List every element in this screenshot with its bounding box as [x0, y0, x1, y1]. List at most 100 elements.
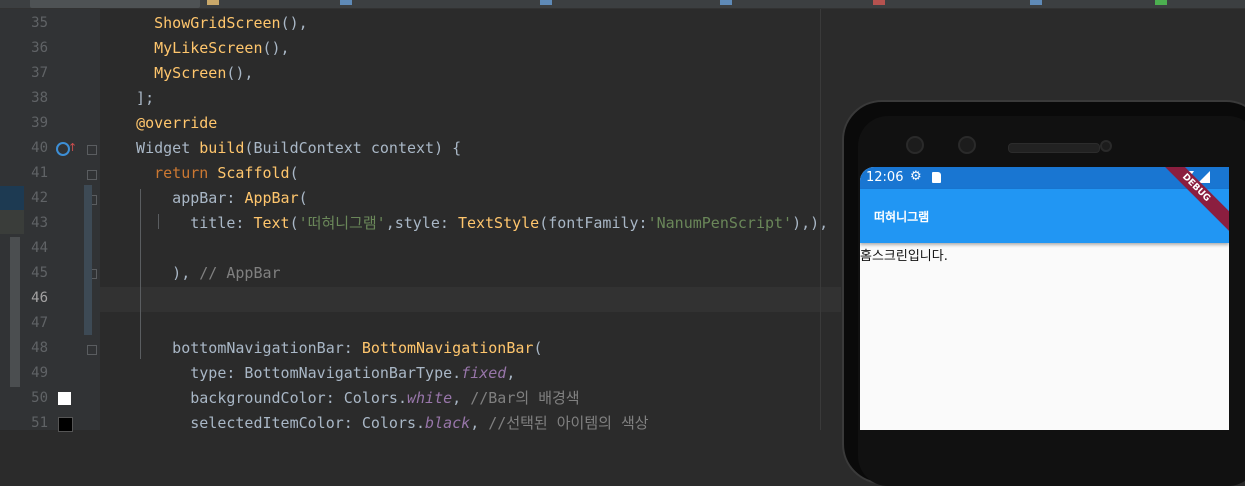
tab-1[interactable] — [30, 0, 200, 8]
code-token: Text — [253, 214, 290, 232]
code-line[interactable]: title: Text('떠혀니그램',style: TextStyle(fon… — [118, 211, 828, 236]
code-token: ),), — [792, 214, 829, 232]
line-number: 50 — [31, 390, 48, 406]
code-line[interactable]: appBar: AppBar( — [118, 186, 307, 211]
code-token: return — [154, 164, 209, 182]
app-bar: 떠혀니그램 — [860, 189, 1229, 243]
code-token: type: BottomNavigationBarType. — [118, 364, 462, 382]
editor-tab-bar — [0, 0, 1245, 9]
line-number: 35 — [31, 15, 48, 31]
line-number: 45 — [31, 265, 48, 281]
line-number: 38 — [31, 90, 48, 106]
code-token: , — [470, 414, 489, 430]
code-token: (fontFamily: — [539, 214, 648, 232]
code-token: (), — [226, 64, 254, 82]
code-line[interactable]: ShowGridScreen(), — [118, 11, 308, 36]
code-token: white — [406, 389, 453, 407]
code-token: ( — [289, 164, 299, 182]
code-token: black — [425, 414, 471, 430]
code-token: 'NanumPenScript' — [647, 214, 793, 232]
code-token: TextStyle — [457, 214, 540, 232]
file-icon — [207, 0, 219, 5]
code-editor[interactable]: ShowGridScreen(), MyLikeScreen(), MyScre… — [100, 9, 841, 430]
code-line[interactable]: Widget build(BuildContext context) { — [118, 136, 461, 161]
app-screen[interactable]: 12:06 ⚙ 떠혀니그램 홈스크린입니다. DEBUG — [860, 167, 1229, 430]
code-token: ( — [289, 214, 299, 232]
code-token: Widget — [118, 139, 200, 157]
code-token: fixed — [461, 364, 507, 382]
line-number: 48 — [31, 340, 48, 356]
code-token: // AppBar — [199, 264, 281, 282]
phone-sensor — [958, 136, 976, 154]
code-token: ), — [118, 264, 200, 282]
phone-camera — [906, 136, 924, 154]
code-line[interactable]: backgroundColor: Colors.white, //Bar의 배경… — [118, 386, 579, 411]
image-file-icon — [873, 0, 885, 5]
code-line[interactable]: ), // AppBar — [118, 261, 281, 286]
line-number: 49 — [31, 365, 48, 381]
code-line[interactable]: MyLikeScreen(), — [118, 36, 290, 61]
code-token: ,style: — [385, 214, 458, 232]
code-line[interactable]: type: BottomNavigationBarType.fixed, — [118, 361, 515, 386]
right-margin-guide — [820, 9, 821, 430]
strip-scrollbar[interactable] — [10, 237, 20, 387]
code-token: Scaffold — [217, 164, 290, 182]
code-line[interactable]: MyScreen(), — [118, 61, 253, 86]
code-token: bottomNavigationBar: — [118, 339, 362, 357]
code-line[interactable]: @override — [118, 111, 217, 136]
code-token: , — [452, 389, 471, 407]
line-number: 47 — [31, 315, 48, 331]
fold-marker-icon[interactable] — [87, 345, 97, 355]
code-token: appBar: — [118, 189, 245, 207]
line-number: 43 — [31, 215, 48, 231]
strip-highlight — [0, 210, 24, 234]
line-number: 46 — [31, 290, 48, 306]
code-token: build — [199, 139, 245, 157]
code-token: selectedItemColor: Colors. — [118, 414, 426, 430]
code-token: BottomNavigationBar — [361, 339, 534, 357]
dart-file-icon — [720, 0, 732, 5]
line-number: 51 — [31, 415, 48, 431]
line-number: 41 — [31, 165, 48, 181]
app-bar-title: 떠혀니그램 — [874, 210, 930, 224]
code-token: //선택된 아이템의 색상 — [488, 414, 649, 430]
settings-icon: ⚙ — [910, 169, 922, 184]
android-icon — [1155, 0, 1167, 5]
line-number: 42 — [31, 190, 48, 206]
code-token: (), — [280, 14, 308, 32]
strip-highlight — [0, 186, 24, 210]
code-token: backgroundColor: Colors. — [118, 389, 407, 407]
code-token: (), — [262, 39, 290, 57]
sd-card-icon — [932, 172, 941, 183]
line-number: 44 — [31, 240, 48, 256]
line-number: 40 — [31, 140, 48, 156]
code-line[interactable]: return Scaffold( — [118, 161, 299, 186]
arrow-up-icon: ↑ — [68, 141, 78, 154]
code-token: ShowGridScreen — [154, 14, 281, 32]
home-screen-text: 홈스크린입니다. — [860, 249, 948, 264]
dart-file-icon — [1030, 0, 1042, 5]
current-line-highlight — [100, 287, 841, 312]
line-number: 36 — [31, 40, 48, 56]
code-token: , — [506, 364, 516, 382]
status-time: 12:06 — [866, 170, 904, 185]
phone-sensor — [1100, 140, 1112, 152]
tool-window-strip — [0, 9, 24, 430]
fold-marker-icon[interactable] — [87, 145, 97, 155]
dart-file-icon — [340, 0, 352, 5]
code-line[interactable]: selectedItemColor: Colors.black, //선택된 아… — [118, 411, 649, 430]
code-token: MyLikeScreen — [154, 39, 263, 57]
code-token: '떠혀니그램' — [298, 214, 386, 232]
code-token: ]; — [118, 89, 155, 107]
fold-marker-icon[interactable] — [87, 170, 97, 180]
color-swatch-white[interactable] — [58, 392, 71, 405]
code-line[interactable]: bottomNavigationBar: BottomNavigationBar… — [118, 336, 542, 361]
code-token: ( — [533, 339, 543, 357]
code-line[interactable]: ]; — [118, 86, 154, 111]
scope-indicator — [84, 185, 92, 335]
